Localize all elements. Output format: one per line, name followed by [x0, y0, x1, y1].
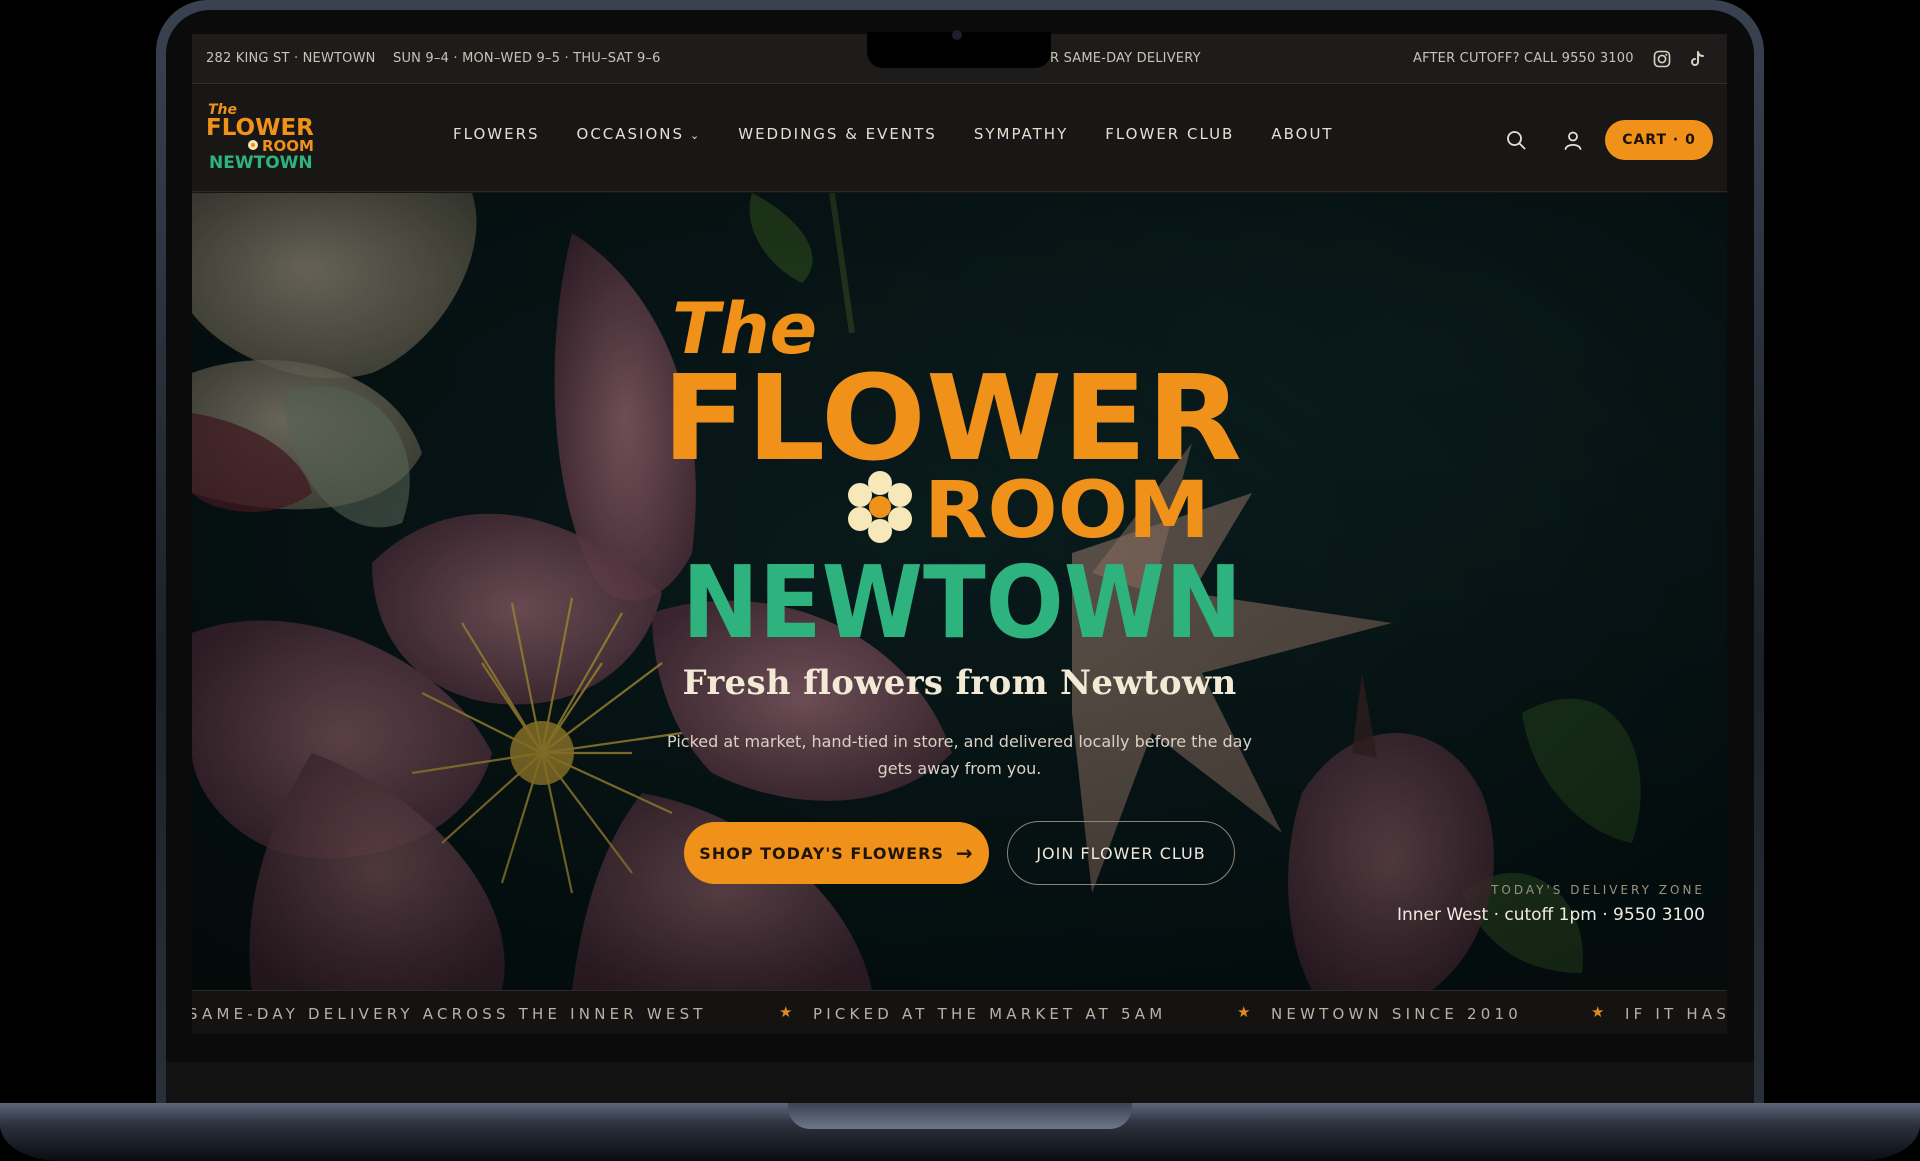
- nav-occasions-label: OCCASIONS: [576, 125, 685, 143]
- star-icon: ★: [1237, 1003, 1251, 1021]
- shop-todays-flowers-button[interactable]: SHOP TODAY'S FLOWERS →: [684, 822, 989, 884]
- arrow-right-icon: →: [955, 841, 974, 865]
- nav-flowers[interactable]: FLOWERS: [453, 125, 540, 143]
- delivery-zone-value: Inner West · cutoff 1pm · 9550 3100: [1396, 905, 1705, 925]
- nav-weddings-events[interactable]: WEDDINGS & EVENTS: [738, 125, 937, 143]
- chevron-down-icon: ⌄: [690, 129, 702, 142]
- nav-sympathy[interactable]: SYMPATHY: [974, 125, 1068, 143]
- cart-button[interactable]: CART · 0: [1605, 120, 1713, 160]
- main-nav: FLOWERS OCCASIONS ⌄ WEDDINGS & EVENTS SYM…: [453, 125, 1334, 143]
- join-flower-club-button[interactable]: JOIN FLOWER CLUB: [1007, 821, 1235, 885]
- logo-line-4: NEWTOWN: [209, 153, 313, 170]
- delivery-notice: R SAME-DAY DELIVERY: [1050, 51, 1201, 66]
- store-hours: SUN 9–4 · MON–WED 9–5 · THU–SAT 9–6: [393, 51, 661, 66]
- laptop-chin: [166, 1062, 1754, 1106]
- star-icon: ★: [779, 1003, 793, 1021]
- store-address: 282 KING ST · NEWTOWN: [206, 51, 376, 66]
- laptop-hinge-groove: [788, 1103, 1132, 1129]
- search-icon[interactable]: [1504, 128, 1528, 152]
- website-screen: 282 KING ST · NEWTOWN SUN 9–4 · MON–WED …: [192, 34, 1727, 1034]
- hero-title-line-4: NEWTOWN: [682, 544, 1242, 661]
- star-icon: ★: [1591, 1003, 1605, 1021]
- nav-about[interactable]: ABOUT: [1271, 125, 1333, 143]
- delivery-zone-label: TODAY'S DELIVERY ZONE: [1491, 883, 1705, 897]
- site-header: The FLOWER ROOM NEWTOWN FLOWERS OCCASION…: [192, 85, 1727, 192]
- ticker-item: SAME-DAY DELIVERY ACROSS THE INNER WEST: [192, 1005, 707, 1023]
- instagram-icon[interactable]: [1652, 49, 1672, 69]
- cutoff-phone[interactable]: AFTER CUTOFF? CALL 9550 3100: [1413, 51, 1634, 66]
- nav-flower-club[interactable]: FLOWER CLUB: [1105, 125, 1234, 143]
- hero-description: Picked at market, hand-tied in store, an…: [667, 732, 1252, 778]
- account-icon[interactable]: [1561, 128, 1585, 152]
- shop-button-label: SHOP TODAY'S FLOWERS: [699, 843, 944, 863]
- hero-logo-title: The FLOWER ROOM NEWTOWN: [662, 288, 1242, 661]
- tiktok-icon[interactable]: [1687, 49, 1707, 69]
- nav-occasions[interactable]: OCCASIONS ⌄: [577, 125, 702, 143]
- ticker-item: IF IT HAS: [1625, 1005, 1727, 1023]
- camera-icon: [952, 30, 962, 40]
- ticker-item: NEWTOWN SINCE 2010: [1271, 1005, 1522, 1023]
- site-logo[interactable]: The FLOWER ROOM NEWTOWN: [206, 100, 318, 170]
- marquee-ticker: SAME-DAY DELIVERY ACROSS THE INNER WEST …: [192, 990, 1727, 1034]
- hero-section: The FLOWER ROOM NEWTOWN Fresh flowers fr…: [192, 193, 1727, 990]
- hero-title-line-3: ROOM: [924, 466, 1210, 556]
- hero-tagline: Fresh flowers from Newtown: [682, 663, 1237, 703]
- ticker-item: PICKED AT THE MARKET AT 5AM: [813, 1005, 1167, 1023]
